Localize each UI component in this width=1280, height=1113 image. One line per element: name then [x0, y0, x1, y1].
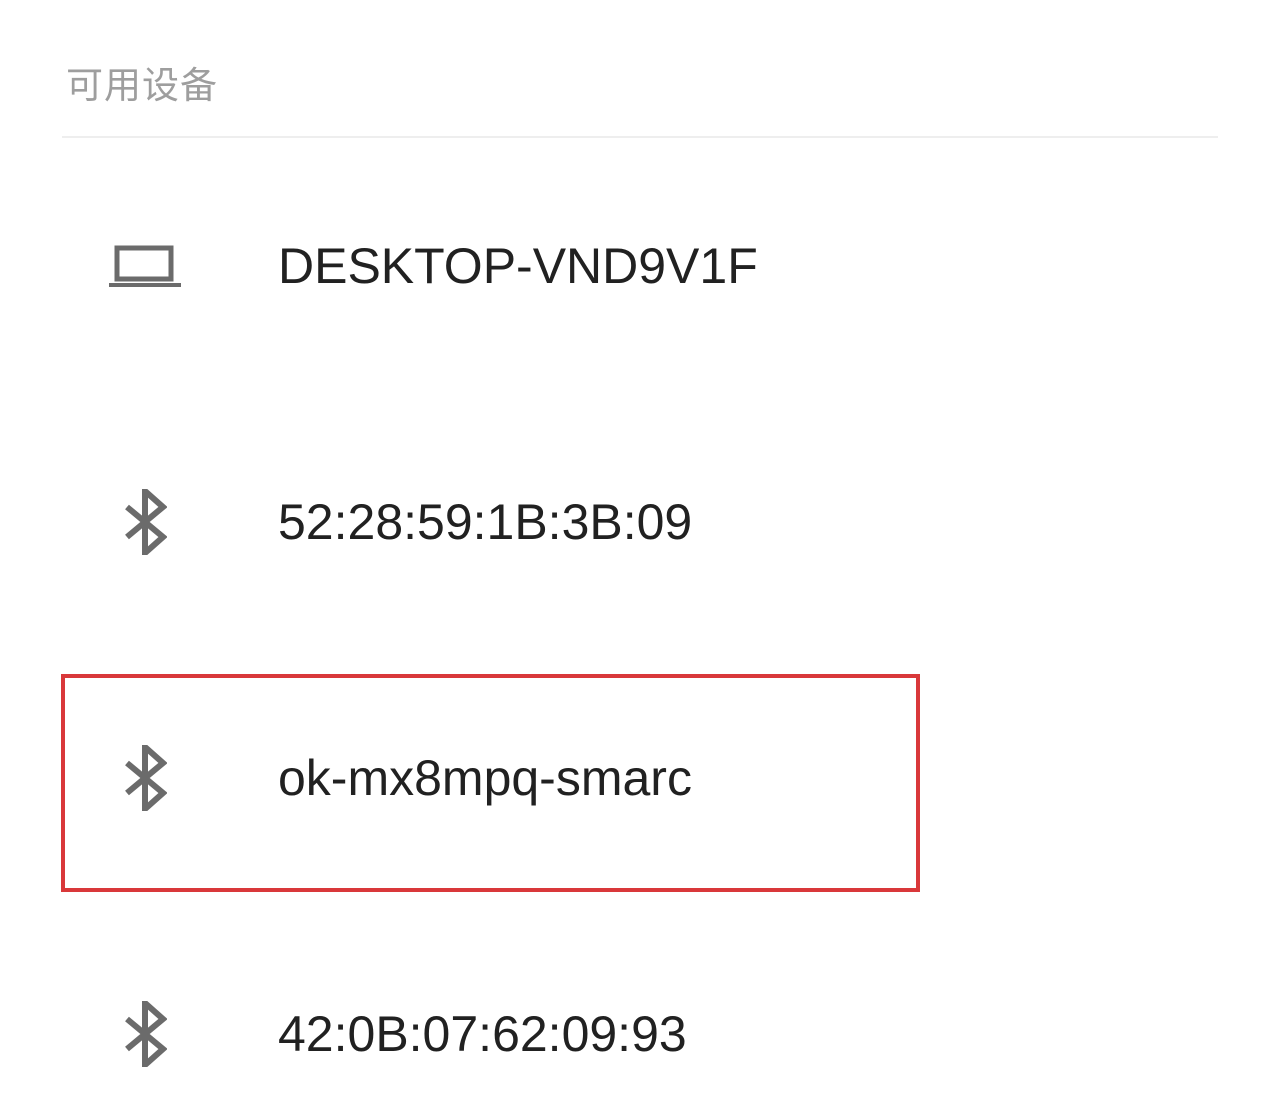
device-name: ok-mx8mpq-smarc: [278, 750, 692, 806]
device-item-bluetooth-selected[interactable]: ok-mx8mpq-smarc: [0, 718, 1280, 838]
bluetooth-icon: [100, 718, 190, 838]
bluetooth-icon: [100, 462, 190, 582]
bluetooth-icon: [100, 974, 190, 1094]
device-item-bluetooth[interactable]: 52:28:59:1B:3B:09: [0, 462, 1280, 582]
device-item-desktop[interactable]: DESKTOP-VND9V1F: [0, 206, 1280, 326]
laptop-icon: [100, 206, 190, 326]
device-item-bluetooth[interactable]: 42:0B:07:62:09:93: [0, 974, 1280, 1094]
section-title: 可用设备: [66, 64, 218, 107]
section-divider: [62, 136, 1218, 138]
device-name: 42:0B:07:62:09:93: [278, 1006, 687, 1062]
device-name: DESKTOP-VND9V1F: [278, 238, 758, 294]
device-name: 52:28:59:1B:3B:09: [278, 494, 693, 550]
